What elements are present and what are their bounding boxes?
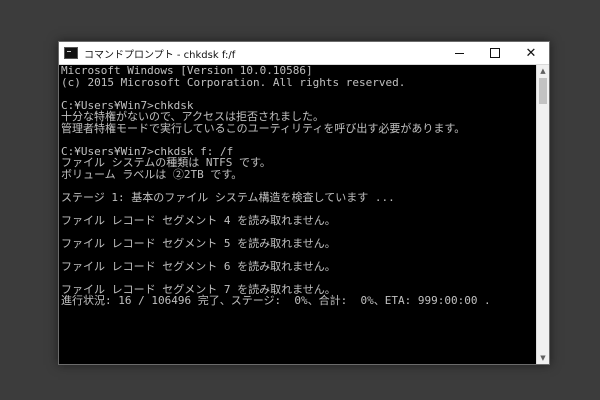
scrollbar-thumb[interactable] xyxy=(539,78,547,104)
cmd-icon[interactable] xyxy=(64,47,78,59)
console-line: Microsoft Windows [Version 10.0.10586] xyxy=(61,65,313,77)
console-line: (c) 2015 Microsoft Corporation. All righ… xyxy=(61,75,406,89)
window-title: コマンドプロンプト - chkdsk f:/f xyxy=(84,49,236,61)
console-line: ファイル レコード セグメント 5 を読み取れません。 xyxy=(61,236,336,250)
console-line: ファイル レコード セグメント 6 を読み取れません。 xyxy=(61,259,336,273)
close-button[interactable]: ✕ xyxy=(513,42,549,64)
console-output[interactable]: Microsoft Windows [Version 10.0.10586] (c… xyxy=(59,65,537,364)
vertical-scrollbar[interactable]: ▲ ▼ xyxy=(536,65,549,364)
maximize-icon xyxy=(490,48,500,58)
maximize-button[interactable] xyxy=(477,42,513,64)
close-icon: ✕ xyxy=(525,45,537,61)
minimize-button[interactable] xyxy=(441,42,477,64)
console-line: 進行状況: 16 / 106496 完了、ステージ: 0%、合計: 0%、ETA… xyxy=(61,294,491,307)
command-prompt-window: コマンドプロンプト - chkdsk f:/f ✕ Microsoft Wind… xyxy=(58,41,550,365)
console-line: ボリューム ラベルは ②2TB です。 xyxy=(61,167,243,181)
scroll-down-icon[interactable]: ▼ xyxy=(537,352,549,364)
title-bar[interactable]: コマンドプロンプト - chkdsk f:/f ✕ xyxy=(59,42,549,65)
scroll-up-icon[interactable]: ▲ xyxy=(537,65,549,77)
minimize-icon xyxy=(454,52,464,54)
console-line: 十分な特権がないので、アクセスは拒否されました。 xyxy=(61,110,325,123)
console-line: ステージ 1: 基本のファイル システム構造を検査しています ... xyxy=(61,190,395,204)
console-line: ファイル システムの種類は NTFS です。 xyxy=(61,156,271,169)
console-line: ファイル レコード セグメント 4 を読み取れません。 xyxy=(61,213,336,227)
console-line: 管理者特権モードで実行しているこのユーティリティを呼び出す必要があります。 xyxy=(61,121,466,135)
